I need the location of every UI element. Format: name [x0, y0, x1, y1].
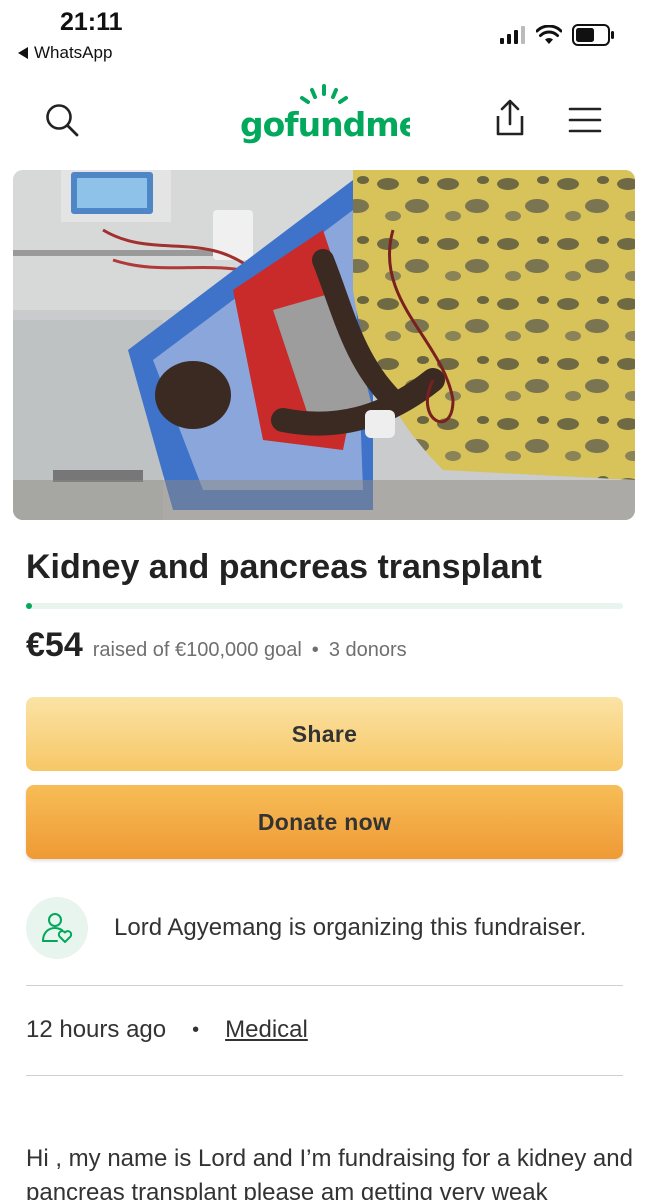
donate-now-button[interactable]: Donate now	[26, 785, 623, 859]
signal-icon	[500, 26, 525, 44]
fundraiser-photo[interactable]	[13, 170, 635, 520]
back-to-app-link[interactable]: WhatsApp	[18, 43, 112, 63]
person-heart-icon	[42, 913, 73, 943]
separator-dot: •	[311, 639, 319, 661]
raised-amount: €54	[26, 626, 83, 664]
back-triangle-icon	[18, 47, 28, 59]
funding-progress-bar	[26, 603, 623, 609]
hamburger-menu-icon[interactable]	[568, 106, 602, 134]
meta-bullet: •	[192, 1018, 200, 1041]
status-icons	[500, 24, 614, 46]
logo-text: gofundme	[240, 105, 410, 144]
funding-progress-fill	[26, 603, 32, 609]
created-time: 12 hours ago	[26, 1016, 167, 1043]
story-text: Hi , my name is Lord and I’m fundraising…	[26, 1145, 633, 1200]
category-link[interactable]: Medical	[225, 1016, 308, 1044]
divider-top	[26, 985, 623, 986]
organizer-row[interactable]: Lord Agyemang is organizing this fundrai…	[26, 897, 623, 959]
raised-summary: €54 raised of €100,000 goal • 3 donors	[26, 626, 407, 665]
gofundme-logo[interactable]: gofundme	[240, 82, 410, 146]
share-upload-icon[interactable]	[492, 98, 528, 138]
search-icon[interactable]	[44, 102, 80, 138]
share-button[interactable]: Share	[26, 697, 623, 771]
status-time: 21:11	[60, 8, 123, 36]
meta-row: 12 hours ago • Medical	[26, 1016, 308, 1044]
back-app-label: WhatsApp	[34, 43, 113, 62]
organizer-avatar	[26, 897, 88, 959]
organizer-text: Lord Agyemang is organizing this fundrai…	[114, 914, 587, 941]
status-bar: 21:11 WhatsApp	[0, 0, 648, 72]
top-nav: gofundme	[0, 80, 648, 160]
campaign-title: Kidney and pancreas transplant	[26, 548, 542, 586]
raised-of-goal: raised of €100,000 goal	[92, 639, 302, 661]
fundraiser-photo-illustration	[13, 170, 635, 520]
divider-bottom	[26, 1075, 623, 1076]
battery-icon	[572, 24, 614, 46]
donor-count[interactable]: 3 donors	[329, 639, 407, 662]
wifi-icon	[536, 25, 562, 44]
